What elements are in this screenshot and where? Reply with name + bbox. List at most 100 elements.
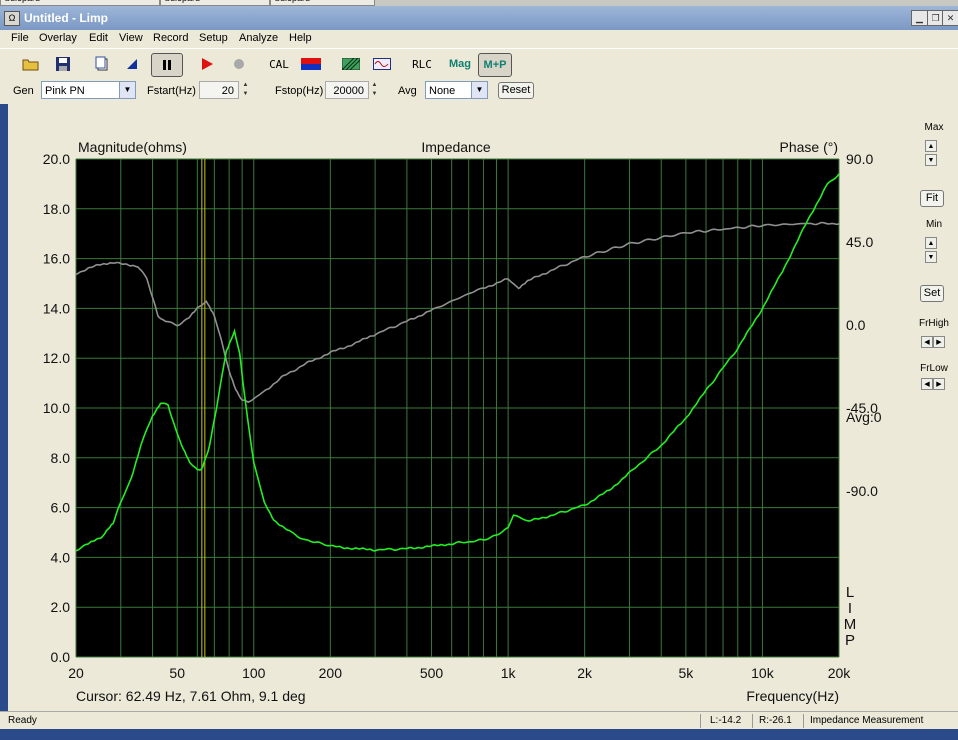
- x-tick-label: 20: [68, 665, 84, 681]
- frhigh-right-arrow-icon[interactable]: ▶: [933, 336, 945, 348]
- save-icon[interactable]: [52, 53, 74, 75]
- hatch-grid-icon[interactable]: [340, 53, 362, 75]
- calibrate-button[interactable]: CAL: [266, 53, 292, 75]
- x-tick-label: 20k: [828, 665, 852, 681]
- status-mode: Impedance Measurement: [810, 715, 924, 726]
- y2-tick-label: 90.0: [846, 151, 873, 167]
- frlow-right-arrow-icon[interactable]: ▶: [933, 378, 945, 390]
- watermark-letter: M: [844, 616, 857, 633]
- fstart-label: Fstart(Hz): [147, 85, 196, 97]
- record-icon[interactable]: [229, 53, 249, 75]
- frhigh-left-arrow-icon[interactable]: ◀: [921, 336, 933, 348]
- toolbar: CAL RLC Mag M+P: [0, 48, 958, 78]
- y-axis-label: Magnitude(ohms): [78, 139, 187, 155]
- menu-edit[interactable]: Edit: [89, 32, 108, 44]
- y2-tick-label: -90.0: [846, 483, 878, 499]
- status-divider: [700, 714, 701, 728]
- frlow-label: FrLow: [920, 363, 948, 374]
- menu-setup[interactable]: Setup: [199, 32, 228, 44]
- limp-watermark: LIMP: [844, 584, 857, 649]
- chevron-down-icon[interactable]: ▼: [471, 82, 487, 98]
- min-up-arrow-icon[interactable]: ▲: [925, 237, 937, 249]
- y2-axis-label: Phase (°): [779, 139, 838, 155]
- gen-label: Gen: [13, 85, 34, 97]
- max-down-arrow-icon[interactable]: ▼: [925, 154, 937, 166]
- y-tick-label: 8.0: [51, 450, 71, 466]
- menu-analyze[interactable]: Analyze: [239, 32, 278, 44]
- control-bar: Gen Pink PN ▼ Fstart(Hz) 20 ▲ ▼ Fstop(Hz)…: [0, 77, 958, 104]
- fstart-stepper[interactable]: ▲ ▼: [240, 81, 251, 99]
- open-folder-icon[interactable]: [20, 53, 42, 75]
- x-tick-label: 1k: [501, 665, 517, 681]
- y-tick-label: 10.0: [43, 400, 70, 416]
- x-tick-label: 50: [169, 665, 185, 681]
- menu-record[interactable]: Record: [153, 32, 188, 44]
- impedance-chart[interactable]: Magnitude(ohms) Impedance Phase (°) 20 50…: [8, 104, 913, 711]
- menu-view[interactable]: View: [119, 32, 143, 44]
- y2-tick-label: 0.0: [846, 317, 866, 333]
- close-icon[interactable]: ✕: [942, 10, 958, 26]
- menu-bar: File Overlay Edit View Record Setup Anal…: [0, 30, 958, 48]
- fstop-field[interactable]: 20000: [325, 81, 369, 99]
- avg-value: None: [429, 85, 456, 97]
- scale-panel: Max ▲ ▼ Fit Min ▲ ▼ Set FrHigh ◀ ▶ FrLow…: [913, 104, 958, 711]
- mag-phase-button[interactable]: M+P: [478, 53, 512, 77]
- y-tick-label: 18.0: [43, 201, 70, 217]
- frlow-left-arrow-icon[interactable]: ◀: [921, 378, 933, 390]
- status-divider: [803, 714, 804, 728]
- menu-help[interactable]: Help: [289, 32, 312, 44]
- fstart-field[interactable]: 20: [199, 81, 239, 99]
- minimize-icon[interactable]: ▁: [911, 10, 928, 26]
- watermark-letter: P: [845, 632, 855, 649]
- y-tick-label: 20.0: [43, 151, 70, 167]
- waveform-icon[interactable]: [371, 53, 393, 75]
- play-icon[interactable]: [197, 53, 217, 75]
- marker-icon[interactable]: [122, 53, 142, 75]
- window-bottom-edge: [0, 729, 958, 740]
- menu-overlay[interactable]: Overlay: [39, 32, 77, 44]
- color-swatch-icon[interactable]: [300, 53, 322, 75]
- x-tick-label: 100: [242, 665, 266, 681]
- fit-button[interactable]: Fit: [920, 190, 944, 207]
- fstop-label: Fstop(Hz): [275, 85, 324, 97]
- status-right-level: R:-26.1: [759, 715, 792, 726]
- window-titlebar[interactable]: Ω Untitled - Limp ▁ ❐ ✕: [0, 6, 958, 30]
- y-tick-label: 14.0: [43, 300, 70, 316]
- avg-readout: Avg:0: [846, 409, 882, 425]
- x-tick-label: 10k: [751, 665, 775, 681]
- y-tick-label: 6.0: [51, 500, 71, 516]
- generator-select[interactable]: Pink PN ▼: [41, 81, 136, 99]
- y-tick-label: 16.0: [43, 251, 70, 267]
- set-button[interactable]: Set: [920, 285, 944, 302]
- chart-title: Impedance: [421, 139, 490, 155]
- mag-button[interactable]: Mag: [446, 53, 474, 75]
- x-tick-label: 200: [319, 665, 343, 681]
- max-up-arrow-icon[interactable]: ▲: [925, 140, 937, 152]
- watermark-letter: I: [848, 600, 852, 617]
- max-label: Max: [924, 122, 944, 133]
- avg-select[interactable]: None ▼: [425, 81, 488, 99]
- x-tick-label: 5k: [678, 665, 694, 681]
- status-left-level: L:-14.2: [710, 715, 742, 726]
- y-tick-label: 0.0: [51, 649, 71, 665]
- copy-icon[interactable]: [92, 53, 112, 75]
- min-label: Min: [925, 219, 943, 230]
- min-down-arrow-icon[interactable]: ▼: [925, 251, 937, 263]
- watermark-letter: L: [846, 584, 854, 601]
- taskbar-item-label: bdlepard: [5, 0, 40, 3]
- reset-button[interactable]: Reset: [498, 82, 534, 99]
- x-tick-label: 500: [420, 665, 444, 681]
- status-bar: Ready L:-14.2 R:-26.1 Impedance Measurem…: [0, 711, 958, 730]
- y-tick-labels: 0.0 2.0 4.0 6.0 8.0 10.0 12.0 14.0 16.0 18.0 20.0: [43, 151, 70, 665]
- status-ready: Ready: [8, 715, 37, 726]
- chevron-down-icon[interactable]: ▼: [119, 82, 135, 98]
- pause-button[interactable]: [151, 53, 183, 77]
- frhigh-label: FrHigh: [918, 318, 949, 329]
- menu-file[interactable]: File: [11, 32, 29, 44]
- y-tick-label: 12.0: [43, 350, 70, 366]
- taskbar-item-label: bdlepard: [165, 0, 200, 3]
- limp-app-icon[interactable]: Ω: [4, 11, 20, 26]
- rlc-button[interactable]: RLC: [409, 53, 435, 75]
- cursor-readout: Cursor: 62.49 Hz, 7.61 Ohm, 9.1 deg: [76, 688, 306, 704]
- fstop-stepper[interactable]: ▲ ▼: [369, 81, 380, 99]
